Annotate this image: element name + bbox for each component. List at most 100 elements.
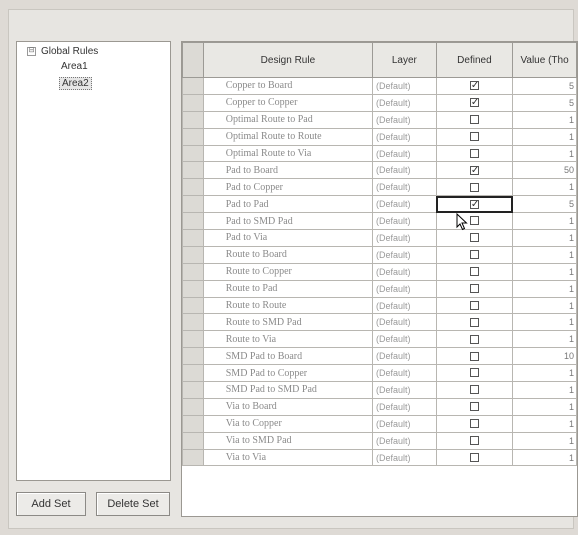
layer-cell[interactable]: (Default) [372, 161, 437, 180]
value-cell[interactable]: 1 [512, 448, 577, 467]
row-header[interactable] [182, 178, 204, 197]
row-header[interactable] [182, 313, 204, 332]
row-header[interactable] [182, 144, 204, 163]
layer-cell[interactable]: (Default) [372, 381, 437, 399]
row-header[interactable] [182, 195, 204, 214]
add-set-button[interactable]: Add Set [16, 492, 86, 516]
defined-checkbox[interactable]: ✓ [469, 81, 479, 91]
column-header-design-rule[interactable]: Design Rule [202, 42, 374, 78]
table-row[interactable]: SMD Pad to Copper (Default) 1 [182, 364, 577, 383]
defined-checkbox[interactable] [469, 385, 479, 395]
defined-checkbox[interactable] [469, 300, 479, 310]
row-header[interactable] [182, 397, 204, 416]
defined-checkbox[interactable] [469, 436, 479, 445]
layer-cell[interactable]: (Default) [372, 245, 437, 264]
table-row[interactable]: Copper to Board (Default) ✓ 5 [182, 77, 577, 95]
defined-cell[interactable] [435, 330, 514, 349]
table-row[interactable]: Pad to Board (Default) ✓ 50 [182, 161, 577, 180]
layer-cell[interactable]: (Default) [372, 77, 437, 95]
layer-cell[interactable]: (Default) [372, 347, 437, 366]
defined-checkbox[interactable] [469, 452, 479, 462]
layer-cell[interactable]: (Default) [372, 330, 437, 349]
defined-cell[interactable] [435, 296, 514, 315]
row-header[interactable] [182, 330, 204, 349]
defined-checkbox[interactable] [469, 115, 479, 125]
row-header[interactable] [182, 161, 204, 180]
value-cell[interactable]: 5 [512, 93, 577, 112]
value-cell[interactable]: 1 [512, 110, 577, 129]
value-cell[interactable]: 5 [512, 77, 577, 95]
value-cell[interactable]: 1 [512, 431, 577, 450]
defined-cell[interactable] [435, 127, 514, 146]
column-header-defined[interactable]: Defined [435, 42, 514, 78]
layer-cell[interactable]: (Default) [372, 262, 437, 281]
defined-cell[interactable] [435, 178, 514, 197]
row-header[interactable] [182, 212, 204, 231]
defined-cell[interactable] [435, 397, 514, 416]
layer-cell[interactable]: (Default) [372, 93, 437, 112]
defined-checkbox[interactable] [469, 267, 479, 277]
layer-cell[interactable]: (Default) [372, 414, 437, 433]
value-cell[interactable]: 1 [512, 364, 577, 383]
row-header[interactable] [182, 414, 204, 433]
layer-cell[interactable]: (Default) [372, 144, 437, 163]
defined-cell[interactable] [435, 313, 514, 332]
table-row[interactable]: Via to Board (Default) 1 [182, 397, 577, 416]
defined-checkbox[interactable] [469, 334, 479, 344]
row-header[interactable] [182, 245, 204, 264]
row-header[interactable] [182, 77, 204, 95]
value-cell[interactable]: 1 [512, 229, 577, 247]
table-row[interactable]: Pad to SMD Pad (Default) 1 [182, 212, 577, 231]
layer-cell[interactable]: (Default) [372, 212, 437, 231]
value-cell[interactable]: 1 [512, 414, 577, 433]
table-row[interactable]: Route to SMD Pad (Default) 1 [182, 313, 577, 332]
layer-cell[interactable]: (Default) [372, 431, 437, 450]
defined-cell[interactable] [435, 414, 514, 433]
row-header[interactable] [182, 431, 204, 450]
value-cell[interactable]: 1 [512, 313, 577, 332]
table-row[interactable]: Route to Copper (Default) 1 [182, 262, 577, 281]
tree-item-area2[interactable]: Area2 [59, 77, 92, 90]
layer-cell[interactable]: (Default) [372, 110, 437, 129]
rule-set-tree[interactable]: ⊟ Global Rules Area1 Area2 [16, 41, 171, 481]
table-row[interactable]: SMD Pad to SMD Pad (Default) 1 [182, 381, 577, 399]
defined-checkbox[interactable]: ✓ [469, 98, 479, 108]
layer-cell[interactable]: (Default) [372, 296, 437, 315]
defined-checkbox[interactable] [469, 351, 479, 361]
defined-cell[interactable] [435, 110, 514, 129]
collapse-icon[interactable]: ⊟ [27, 47, 36, 56]
layer-cell[interactable]: (Default) [372, 448, 437, 467]
value-cell[interactable]: 1 [512, 212, 577, 231]
layer-cell[interactable]: (Default) [372, 178, 437, 197]
value-cell[interactable]: 5 [512, 195, 577, 214]
tree-item-area1[interactable]: Area1 [61, 61, 88, 72]
defined-cell[interactable]: ✓ [435, 161, 514, 180]
defined-checkbox[interactable] [469, 216, 479, 226]
table-row[interactable]: Copper to Copper (Default) ✓ 5 [182, 93, 577, 112]
defined-cell[interactable] [435, 381, 514, 399]
defined-checkbox[interactable] [469, 250, 479, 260]
value-cell[interactable]: 1 [512, 381, 577, 399]
defined-checkbox[interactable] [469, 368, 479, 378]
value-cell[interactable]: 1 [512, 245, 577, 264]
defined-cell[interactable] [435, 144, 514, 163]
value-cell[interactable]: 50 [512, 161, 577, 180]
table-row[interactable]: Via to Copper (Default) 1 [182, 414, 577, 433]
row-header[interactable] [182, 110, 204, 129]
row-header[interactable] [182, 448, 204, 467]
table-row[interactable]: Route to Route (Default) 1 [182, 296, 577, 315]
defined-checkbox[interactable] [469, 182, 479, 192]
defined-cell[interactable] [435, 262, 514, 281]
table-row[interactable]: Route to Pad (Default) 1 [182, 279, 577, 298]
defined-checkbox[interactable] [469, 233, 479, 243]
layer-cell[interactable]: (Default) [372, 279, 437, 298]
row-header[interactable] [182, 296, 204, 315]
value-cell[interactable]: 10 [512, 347, 577, 366]
row-header[interactable] [182, 364, 204, 383]
design-rule-grid[interactable]: Design Rule Layer Defined Value (Tho Cop… [181, 41, 578, 517]
row-header[interactable] [182, 347, 204, 366]
value-cell[interactable]: 1 [512, 330, 577, 349]
delete-set-button[interactable]: Delete Set [96, 492, 170, 516]
defined-checkbox[interactable] [469, 317, 479, 327]
defined-cell[interactable] [435, 347, 514, 366]
